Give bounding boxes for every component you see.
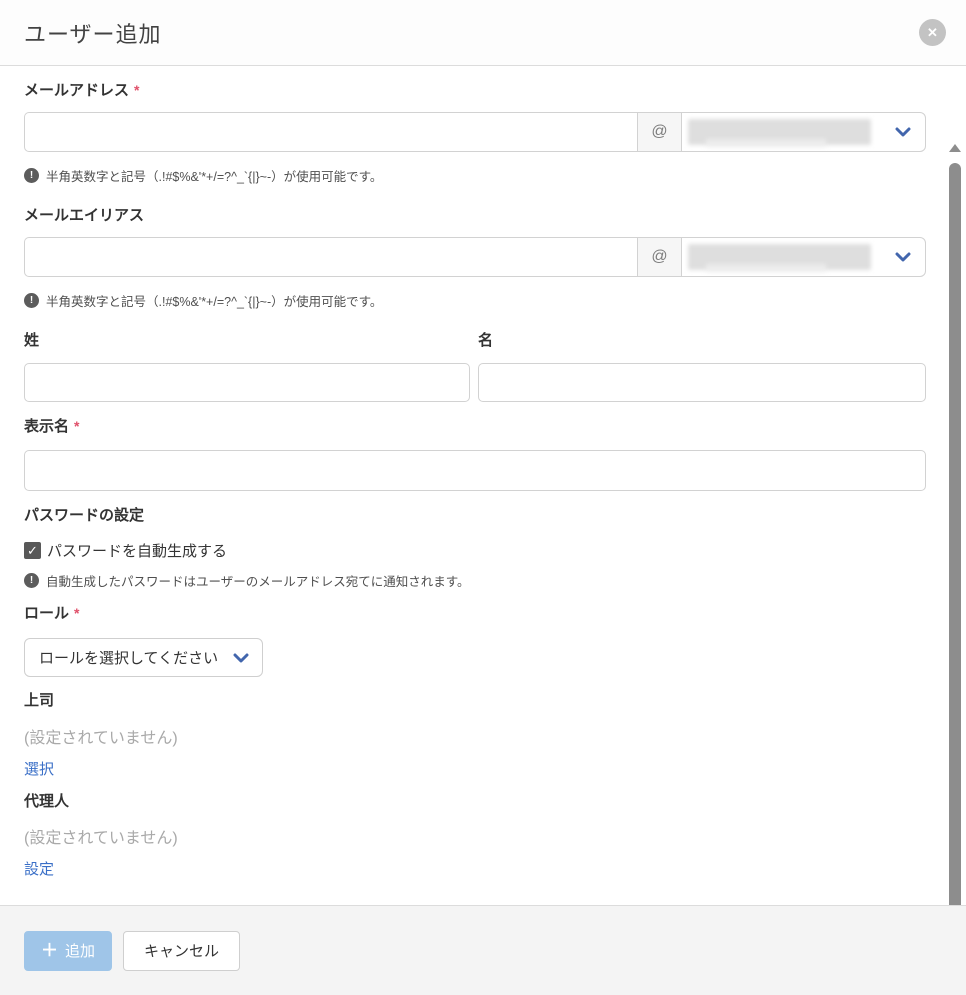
supervisor-select-link[interactable]: 選択 (24, 761, 54, 779)
required-asterisk: * (74, 418, 79, 434)
alias-helper-text: 半角英数字と記号（.!#$%&'*+/=?^_`{|}~-）が使用可能です。 (46, 291, 382, 310)
last-name-label: 姓 (24, 333, 470, 349)
alias-row: @ (24, 237, 926, 277)
dialog-footer: ＋ 追加 キャンセル (0, 905, 966, 995)
proxy-heading: 代理人 (24, 794, 926, 810)
email-local-input[interactable] (24, 112, 637, 152)
first-name-input[interactable] (478, 363, 926, 402)
chevron-down-icon (895, 252, 911, 262)
dialog-header: ユーザー追加 ✕ (0, 0, 966, 66)
auto-generate-password-option[interactable]: ✓ パスワードを自動生成する (24, 541, 926, 559)
close-button[interactable]: ✕ (919, 19, 946, 46)
chevron-down-icon (895, 127, 911, 137)
alias-label: メールエイリアス (24, 208, 926, 224)
scrollbar[interactable] (947, 133, 962, 905)
alias-helper: ! 半角英数字と記号（.!#$%&'*+/=?^_`{|}~-）が使用可能です。 (24, 291, 926, 310)
supervisor-heading: 上司 (24, 693, 926, 709)
info-icon: ! (24, 573, 39, 588)
email-domain-select[interactable] (681, 112, 926, 152)
dialog-title: ユーザー追加 (24, 17, 162, 49)
checkbox-checked-icon[interactable]: ✓ (24, 542, 41, 559)
cancel-button[interactable]: キャンセル (123, 931, 240, 971)
display-name-label: 表示名* (24, 418, 926, 435)
cancel-button-label: キャンセル (144, 940, 219, 961)
plus-icon: ＋ (41, 942, 58, 959)
role-select[interactable]: ロールを選択してください (24, 638, 263, 677)
supervisor-empty-text: (設定されていません) (24, 729, 926, 748)
alias-local-input[interactable] (24, 237, 637, 277)
email-domain-redacted (688, 119, 871, 145)
info-icon: ! (24, 293, 39, 308)
last-name-input[interactable] (24, 363, 470, 402)
alias-domain-redacted (688, 244, 871, 270)
add-user-dialog: ユーザー追加 ✕ メールアドレス* @ ! 半角英数字と記号（.!#$%&'*+… (0, 0, 966, 995)
proxy-set-link[interactable]: 設定 (24, 861, 54, 879)
password-helper-text: 自動生成したパスワードはユーザーのメールアドレス宛てに通知されます。 (46, 571, 470, 590)
required-asterisk: * (134, 82, 139, 98)
name-inputs-row (24, 363, 926, 402)
at-symbol: @ (637, 237, 681, 277)
at-symbol: @ (637, 112, 681, 152)
email-label: メールアドレス* (24, 82, 926, 99)
scroll-up-arrow-icon[interactable] (949, 144, 961, 152)
display-name-input[interactable] (24, 450, 926, 491)
required-asterisk: * (74, 605, 79, 621)
email-helper: ! 半角英数字と記号（.!#$%&'*+/=?^_`{|}~-）が使用可能です。 (24, 166, 926, 185)
alias-domain-select[interactable] (681, 237, 926, 277)
close-icon: ✕ (927, 26, 938, 39)
chevron-down-icon (233, 653, 249, 663)
add-button[interactable]: ＋ 追加 (24, 931, 112, 971)
info-icon: ! (24, 168, 39, 183)
password-helper: ! 自動生成したパスワードはユーザーのメールアドレス宛てに通知されます。 (24, 571, 926, 590)
name-labels-row: 姓 名 (24, 333, 926, 349)
email-helper-text: 半角英数字と記号（.!#$%&'*+/=?^_`{|}~-）が使用可能です。 (46, 166, 382, 185)
role-select-text: ロールを選択してください (39, 647, 218, 668)
password-section-heading: パスワードの設定 (24, 508, 926, 524)
add-button-label: 追加 (65, 940, 95, 961)
email-row: @ (24, 112, 926, 152)
auto-generate-password-label: パスワードを自動生成する (47, 540, 227, 561)
scrollbar-thumb[interactable] (949, 163, 961, 905)
role-label: ロール* (24, 605, 926, 622)
dialog-body: メールアドレス* @ ! 半角英数字と記号（.!#$%&'*+/=?^_`{|}… (0, 66, 966, 905)
proxy-empty-text: (設定されていません) (24, 829, 926, 848)
first-name-label: 名 (478, 333, 926, 349)
